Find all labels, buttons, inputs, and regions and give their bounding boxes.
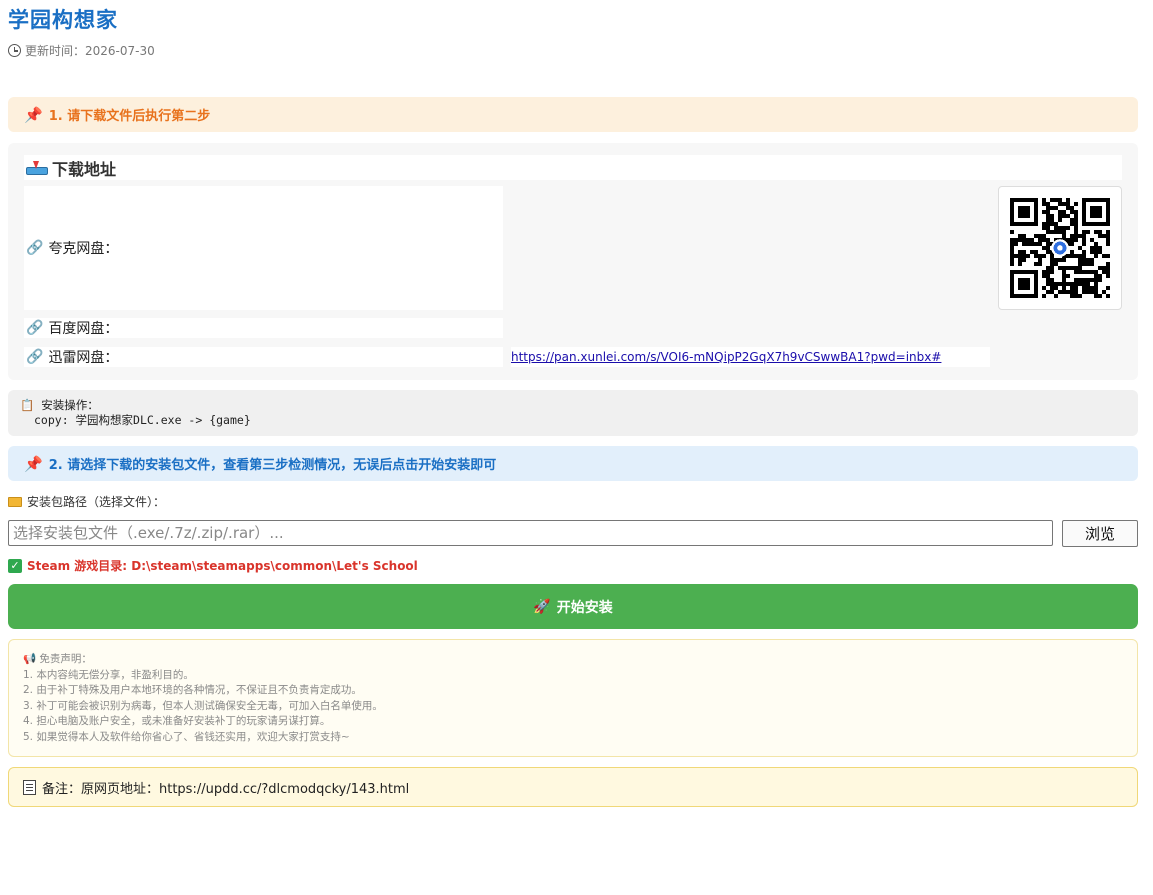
check-icon: ✓ [8,558,22,573]
disclaimer: 📢 免责声明： 1. 本内容纯无偿分享，非盈利目的。 2. 由于补丁特殊及用户本… [8,639,1138,757]
megaphone-icon: 📢 [23,653,37,665]
update-time: 更新时间：2026-07-30 [8,42,155,59]
qr-code-icon [1010,198,1110,298]
qr-code [998,186,1122,310]
quark-row: 🔗 夸克网盘： [24,186,503,310]
clipboard-icon: 📋 [20,398,35,412]
path-label: 安装包路径（选择文件）： [8,493,165,510]
link-icon: 🔗 [26,320,44,336]
quark-label: 夸克网盘： [48,241,119,257]
install-op-title: 安装操作： [41,398,99,412]
steam-dir-status: ✓ Steam 游戏目录: D:\steam\steamapps\common\… [8,557,418,574]
browse-button[interactable]: 浏览 [1062,520,1138,547]
install-op-title-row: 📋 安装操作： [20,398,1126,413]
pushpin-icon: 📌 [24,454,43,473]
step2-banner: 📌 2. 请选择下载的安装包文件，查看第三步检测情况，无误后点击开始安装即可 [8,446,1138,481]
xunlei-row: 🔗 迅雷网盘： [24,347,503,367]
inbox-tray-icon [26,160,48,175]
download-panel: 下载地址 🔗 夸克网盘： 🔗 百度网盘： 🔗 迅雷网盘： https://pan… [8,143,1138,380]
memo-icon [23,779,36,795]
install-operation: 📋 安装操作： copy: 学园构想家DLC.exe -> {game} [8,390,1138,436]
disclaimer-item: 3. 补丁可能会被识别为病毒，但本人测试确保安全无毒，可加入白名单使用。 [23,699,383,712]
download-heading-text: 下载地址 [52,159,117,179]
path-label-text: 安装包路径（选择文件）： [27,495,166,509]
start-install-label: 开始安装 [556,599,613,616]
xunlei-label: 迅雷网盘： [48,350,119,366]
disclaimer-title: 免责声明： [39,653,92,665]
step1-banner: 📌 1. 请下载文件后执行第二步 [8,97,1138,132]
disclaimer-item: 1. 本内容纯无偿分享，非盈利目的。 [23,668,194,681]
rocket-icon: 🚀 [533,598,551,615]
baidu-label: 百度网盘： [48,321,119,337]
note-text: 备注：原网页地址：https://updd.cc/?dlcmodqcky/143… [42,781,410,797]
update-time-label: 更新时间：2026-07-30 [25,44,155,58]
folder-icon [8,496,22,507]
start-install-button[interactable]: 🚀 开始安装 [8,584,1138,629]
disclaimer-item: 2. 由于补丁特殊及用户本地环境的各种情况，不保证且不负责肯定成功。 [23,684,362,696]
disclaimer-item: 5. 如果觉得本人及软件给你省心了、省钱还实用，欢迎大家打赏支持~ [23,730,350,743]
download-heading: 下载地址 [24,155,1122,180]
baidu-row: 🔗 百度网盘： [24,318,503,338]
link-icon: 🔗 [26,349,44,365]
steam-dir-text: Steam 游戏目录: D:\steam\steamapps\common\Le… [27,559,418,573]
xunlei-link[interactable]: https://pan.xunlei.com/s/VOI6-mNQipP2GqX… [511,347,990,367]
note: 备注：原网页地址：https://updd.cc/?dlcmodqcky/143… [8,767,1138,807]
clock-icon [8,44,21,57]
step1-text: 1. 请下载文件后执行第二步 [48,109,211,124]
pushpin-icon: 📌 [24,105,43,124]
disclaimer-title-row: 📢 免责声明： [23,652,1123,668]
page-title: 学园构想家 [8,8,118,32]
step2-text: 2. 请选择下载的安装包文件，查看第三步检测情况，无误后点击开始安装即可 [48,458,497,473]
install-op-command: copy: 学园构想家DLC.exe -> {game} [34,413,251,427]
link-icon: 🔗 [26,240,44,256]
disclaimer-item: 4. 担心电脑及账户安全，或未准备好安装补丁的玩家请另谋打算。 [23,715,331,727]
installer-path-input[interactable] [8,520,1053,546]
